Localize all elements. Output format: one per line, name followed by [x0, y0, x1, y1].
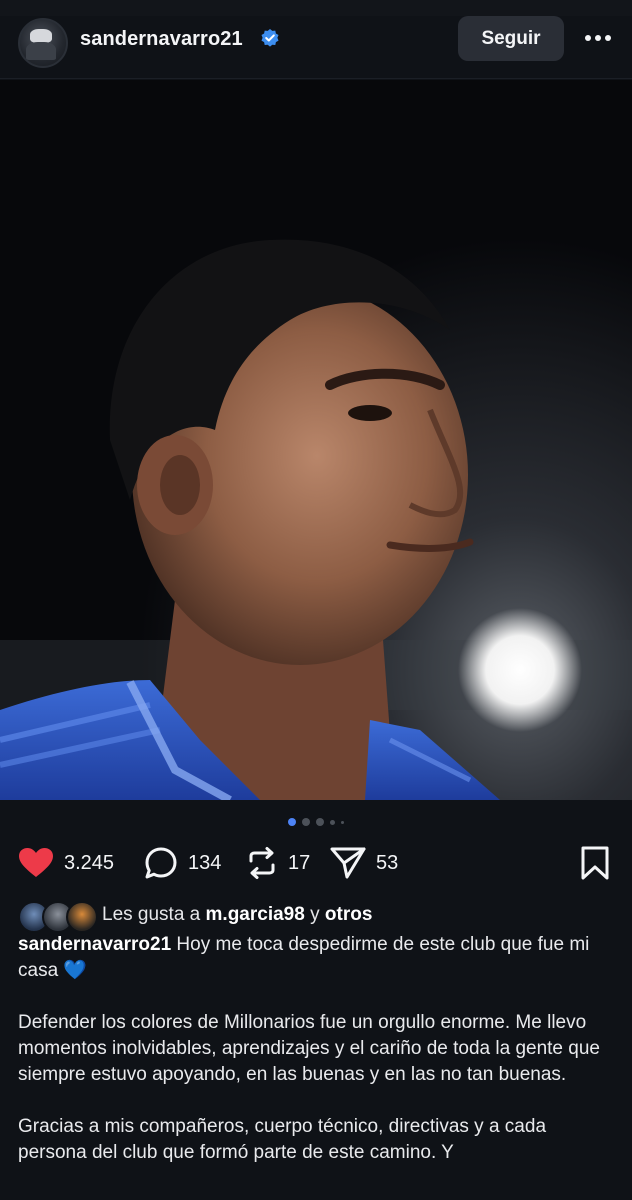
carousel-dot — [316, 818, 324, 826]
liked-by-avatars[interactable] — [18, 900, 98, 933]
post-header: sandernavarro21 Seguir — [0, 16, 632, 79]
heart-icon — [19, 848, 53, 877]
liked-by-line: Les gusta a m.garcia98 y otros — [18, 900, 373, 933]
carousel-dot — [330, 819, 335, 825]
status-strip — [0, 0, 632, 17]
carousel-dot-active — [288, 818, 296, 826]
share-button[interactable]: 53 — [330, 846, 398, 880]
caption-paragraph-3: Gracias a mis compañeros, cuerpo técnico… — [18, 1116, 547, 1163]
comment-icon — [145, 847, 177, 879]
caption-paragraph-2: Defender los colores de Millonarios fue … — [18, 1012, 600, 1085]
avatar — [66, 901, 98, 933]
action-bar: 3.245 134 17 53 — [0, 840, 632, 886]
liked-by-connector: y — [304, 904, 325, 925]
like-button[interactable]: 3.245 — [18, 846, 114, 880]
post-image[interactable] — [0, 80, 632, 800]
repost-icon — [249, 847, 275, 879]
caption-username[interactable]: sandernavarro21 — [18, 934, 171, 955]
blue-heart-emoji: 💙 — [63, 960, 88, 981]
more-options-icon[interactable] — [580, 26, 616, 50]
comment-button[interactable]: 134 — [144, 846, 221, 880]
like-count: 3.245 — [64, 851, 115, 874]
send-icon — [330, 847, 366, 879]
header-username[interactable]: sandernavarro21 — [80, 28, 243, 51]
comment-count: 134 — [188, 851, 222, 874]
profile-avatar[interactable] — [18, 18, 68, 68]
follow-button[interactable]: Seguir — [458, 16, 564, 61]
save-button[interactable] — [580, 846, 610, 880]
verified-badge-icon — [260, 28, 280, 48]
bottom-strip — [0, 1184, 632, 1200]
repost-count: 17 — [288, 851, 311, 874]
carousel-dot — [302, 818, 310, 826]
share-count: 53 — [376, 851, 399, 874]
liked-by-others[interactable]: otros — [325, 904, 373, 926]
liked-by-user[interactable]: m.garcia98 — [206, 904, 305, 926]
liked-by-prefix: Les gusta a — [102, 904, 206, 925]
carousel-dot — [341, 820, 344, 824]
bookmark-icon — [581, 846, 609, 880]
repost-button[interactable]: 17 — [246, 846, 310, 880]
carousel-indicator — [0, 812, 632, 832]
post-caption: sandernavarro21 Hoy me toca despedirme d… — [18, 932, 618, 1166]
